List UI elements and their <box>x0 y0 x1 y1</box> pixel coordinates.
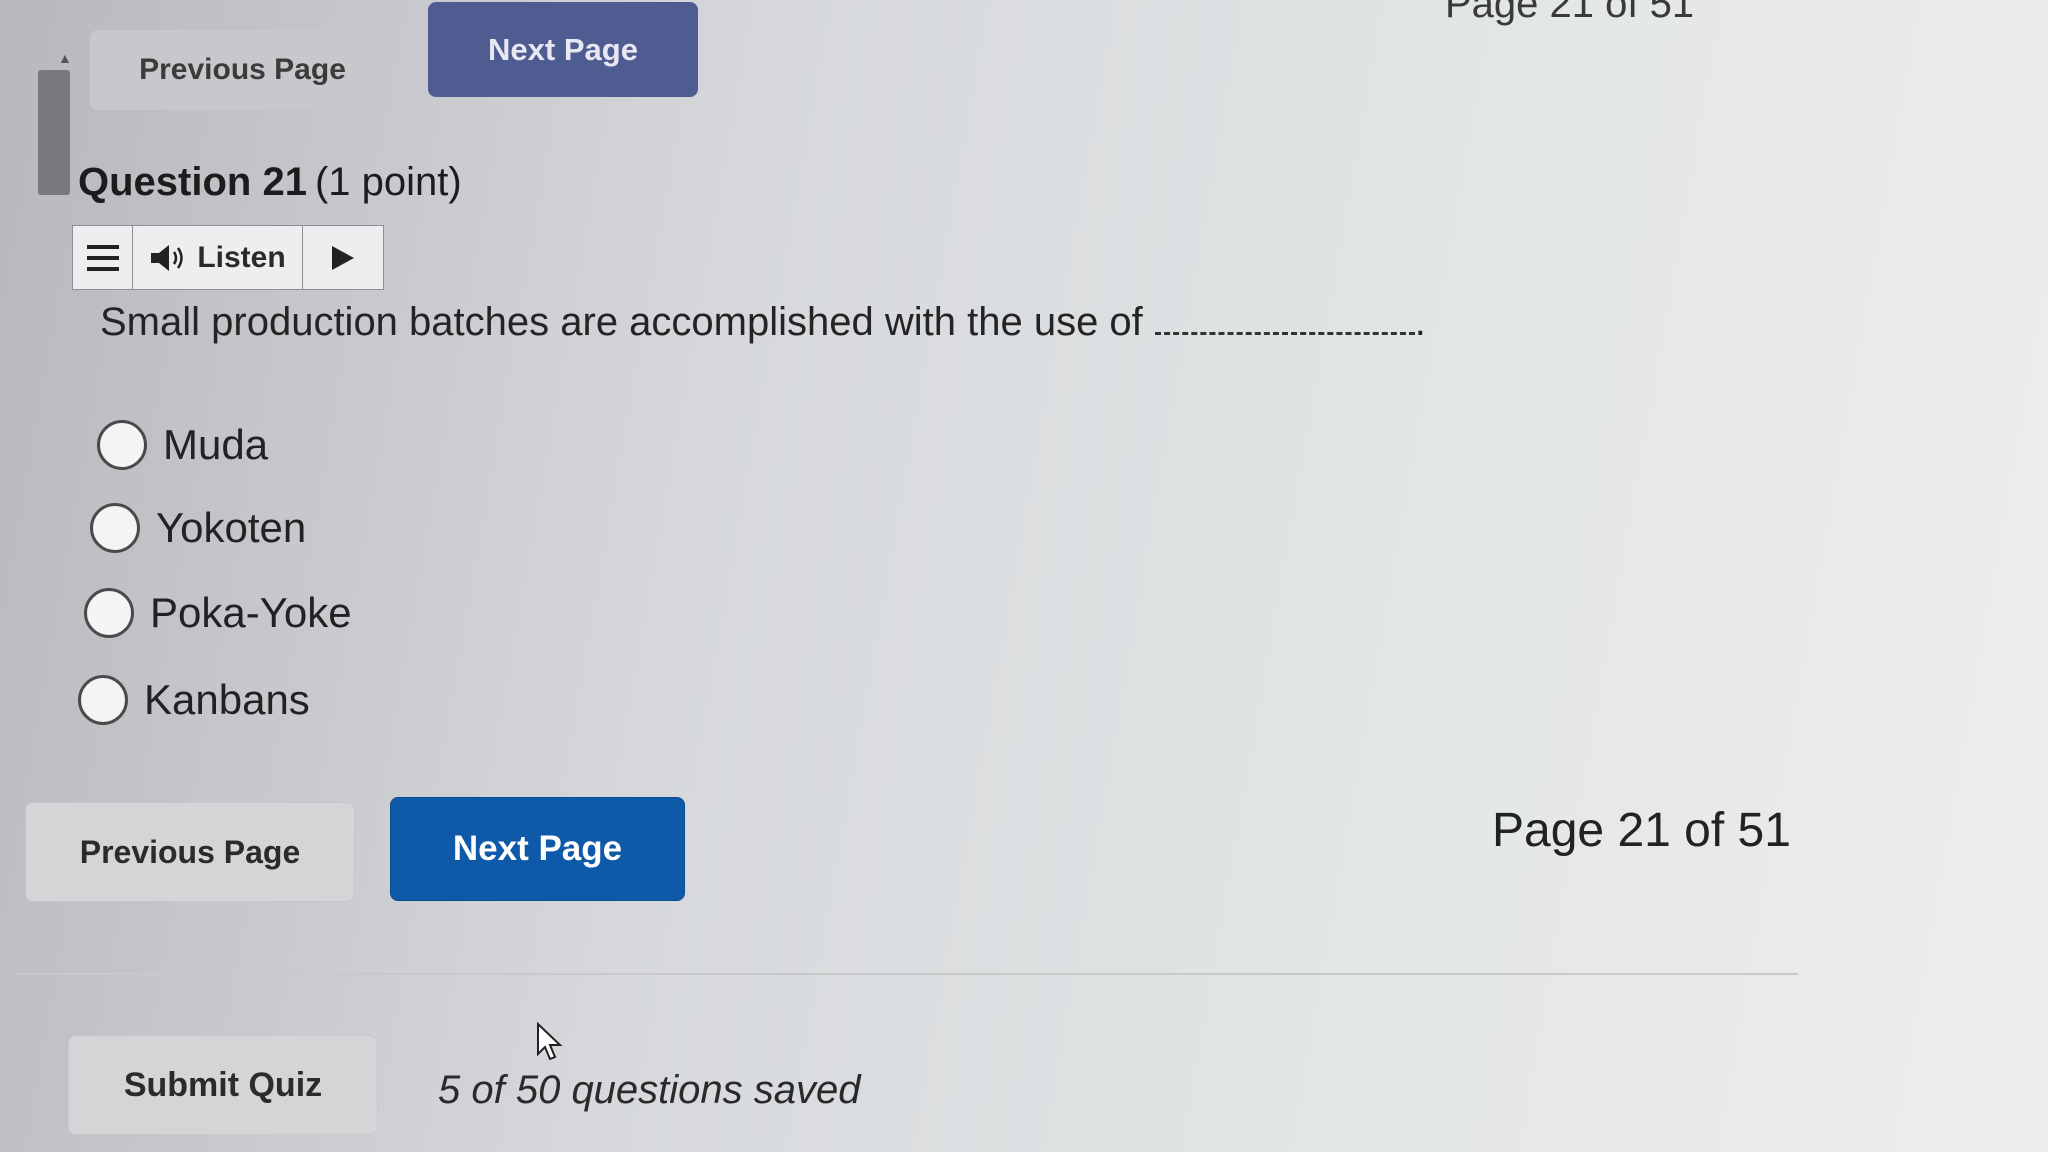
next-page-button[interactable]: Next Page <box>390 797 685 901</box>
answer-option-muda[interactable]: Muda <box>97 420 268 470</box>
previous-page-button[interactable]: Previous Page <box>25 802 355 902</box>
answer-option-kanbans[interactable]: Kanbans <box>78 675 310 725</box>
question-points: (1 point) <box>314 160 462 204</box>
scroll-up-arrow-icon[interactable]: ▲ <box>58 50 72 66</box>
saved-status: 5 of 50 questions saved <box>438 1068 861 1112</box>
play-icon <box>332 245 354 270</box>
scrollbar-thumb[interactable] <box>38 70 70 195</box>
option-label: Yokoten <box>156 504 307 551</box>
mouse-cursor-icon <box>537 1022 563 1061</box>
question-period: . <box>1414 300 1426 344</box>
divider <box>18 973 1798 975</box>
option-label: Kanbans <box>144 676 310 723</box>
question-number: Question 21 <box>78 160 307 204</box>
answer-option-yokoten[interactable]: Yokoten <box>90 503 306 553</box>
top-next-page-button[interactable]: Next Page <box>428 2 698 97</box>
answer-blank <box>1154 332 1415 335</box>
listen-play-button[interactable] <box>303 226 383 289</box>
hamburger-icon <box>86 244 119 271</box>
option-label: Muda <box>163 421 269 468</box>
listen-button[interactable]: Listen <box>133 226 303 289</box>
question-prompt: Small production batches are accomplishe… <box>100 300 1143 344</box>
listen-label: Listen <box>197 240 286 274</box>
radio-button[interactable] <box>84 588 134 638</box>
option-label: Poka-Yoke <box>150 589 352 636</box>
submit-quiz-button[interactable]: Submit Quiz <box>68 1035 378 1135</box>
listen-menu-button[interactable] <box>73 226 133 289</box>
radio-button[interactable] <box>97 420 147 470</box>
answer-option-poka-yoke[interactable]: Poka-Yoke <box>84 588 352 638</box>
speaker-icon <box>151 244 184 271</box>
question-title: Question 21 (1 point) <box>78 160 462 205</box>
top-previous-page-button[interactable]: Previous Page <box>90 30 395 110</box>
top-page-indicator: Page 21 of 51 <box>1445 0 1695 26</box>
question-text: Small production batches are accomplishe… <box>100 300 1426 345</box>
listen-toolbar: Listen <box>72 225 384 290</box>
page-indicator: Page 21 of 51 <box>1492 804 1791 857</box>
radio-button[interactable] <box>78 675 128 725</box>
radio-button[interactable] <box>90 503 140 553</box>
